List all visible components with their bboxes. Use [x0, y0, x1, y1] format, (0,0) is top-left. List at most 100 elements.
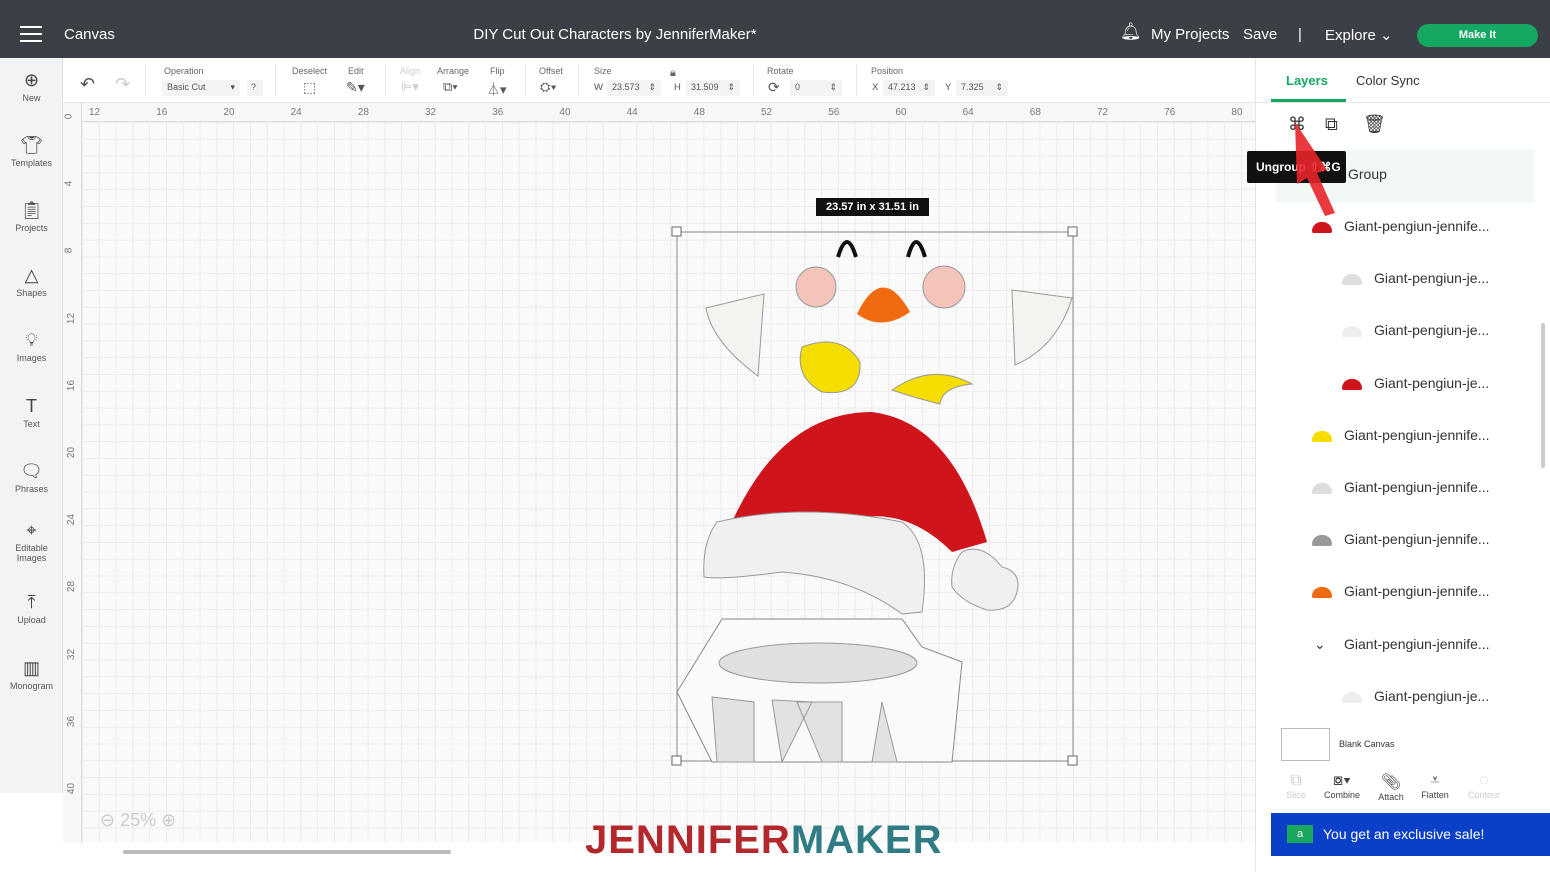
- sidebar-item-templates[interactable]: 👕︎ Templates: [0, 135, 63, 168]
- stepper-icon[interactable]: ⇕: [648, 82, 656, 93]
- clipboard-icon: 📋︎: [20, 200, 43, 220]
- sale-banner[interactable]: a You get an exclusive sale!: [1271, 813, 1550, 856]
- flip-icon[interactable]: ⏃▾: [487, 79, 507, 98]
- deselect-icon[interactable]: ⬚: [303, 79, 316, 96]
- stepper-icon[interactable]: ⇕: [727, 82, 735, 93]
- layer-item[interactable]: Giant-pengiun-je...: [1276, 373, 1534, 403]
- layer-thumbnail-icon: [1312, 483, 1332, 494]
- position-label: Position: [871, 66, 904, 76]
- layer-item[interactable]: ⌄Giant-pengiun-jennife...: [1276, 634, 1534, 664]
- zoom-in-icon[interactable]: ⊕: [161, 810, 176, 830]
- layer-item[interactable]: Giant-pengiun-je...: [1276, 686, 1534, 716]
- divider: [275, 64, 276, 96]
- blank-canvas-swatch[interactable]: [1281, 728, 1330, 761]
- y-input[interactable]: 7.325 ⇕: [956, 80, 1008, 96]
- eye-left: [836, 240, 858, 258]
- stepper-icon[interactable]: ⇕: [829, 82, 837, 93]
- flatten-icon: ⩡: [1430, 772, 1440, 789]
- attach-button[interactable]: 📎︎ Attach: [1366, 772, 1416, 802]
- flatten-button[interactable]: ⩡ Flatten: [1410, 772, 1460, 800]
- rotate-icon[interactable]: ⟳: [768, 79, 780, 96]
- divider: |: [1298, 26, 1302, 43]
- design-canvas[interactable]: 23.57 in x 31.51 in ⊖ 25% ⊕: [82, 122, 1255, 854]
- divider: [578, 64, 579, 96]
- my-projects-link[interactable]: My Projects: [1151, 26, 1229, 43]
- make-it-button[interactable]: Make It: [1417, 24, 1538, 47]
- horizontal-scrollbar[interactable]: [123, 850, 451, 854]
- label: Projects: [15, 223, 48, 233]
- red-arrow-annotation: [1295, 122, 1335, 216]
- sidebar-item-new[interactable]: ⊕ New: [0, 70, 63, 103]
- sidebar-item-images[interactable]: 💡︎ Images: [0, 330, 63, 363]
- rotate-input[interactable]: 0 ⇕: [790, 80, 842, 96]
- label: Flatten: [1421, 790, 1449, 800]
- layer-item[interactable]: Giant-pengiun-jennife...: [1276, 425, 1534, 455]
- zoom-out-icon[interactable]: ⊖: [100, 810, 115, 830]
- undo-icon[interactable]: ↶: [80, 74, 95, 95]
- stepper-icon[interactable]: ⇕: [922, 82, 930, 93]
- plus-circle-icon: ⊕: [23, 70, 40, 90]
- zoom-value: 25%: [120, 810, 157, 830]
- contour-button[interactable]: ◌ Contour: [1459, 772, 1509, 800]
- sale-text: You get an exclusive sale!: [1323, 826, 1485, 842]
- save-button[interactable]: Save: [1243, 26, 1277, 43]
- operation-select[interactable]: Basic Cut ▾: [162, 80, 240, 96]
- layer-item[interactable]: ⌄Giant-pengiun-jennife...: [1276, 216, 1534, 246]
- combine-button[interactable]: ⧇▾ Combine: [1317, 772, 1367, 800]
- layer-name: Giant-pengiun-je...: [1374, 374, 1490, 391]
- lock-icon[interactable]: 🔒︎: [670, 67, 676, 80]
- ruler-tick: 12: [66, 312, 78, 324]
- edit-toolbar: ↶ ↷ Operation Basic Cut ▾ ? Deselect ⬚ E…: [63, 58, 1255, 103]
- height-value: 31.509: [691, 82, 719, 92]
- layer-item[interactable]: Giant-pengiun-je...: [1276, 320, 1534, 350]
- offset-icon[interactable]: ⛭▾: [540, 79, 557, 95]
- layer-item[interactable]: Giant-pengiun-jennife...: [1276, 581, 1534, 611]
- sidebar-item-text[interactable]: T Text: [0, 396, 63, 429]
- arrange-icon[interactable]: ⧉▾: [443, 79, 458, 95]
- shirt-icon: 👕︎: [20, 135, 43, 155]
- ruler-tick: 36: [66, 715, 78, 727]
- trash-icon[interactable]: 🗑︎: [1363, 114, 1386, 135]
- align-icon[interactable]: ⊫▾: [401, 79, 419, 95]
- combine-icon: ⧇▾: [1333, 772, 1351, 789]
- layer-name: Giant-pengiun-jennife...: [1344, 583, 1490, 600]
- height-input[interactable]: 31.509 ⇕: [686, 80, 740, 96]
- sidebar-item-editable-images[interactable]: ⌖ Editable Images: [0, 520, 63, 563]
- layer-item[interactable]: Giant-pengiun-jennife...: [1276, 529, 1534, 559]
- divider: [1256, 102, 1550, 103]
- speech-bubble-icon: 🗨︎: [20, 461, 43, 481]
- layer-item[interactable]: Giant-pengiun-jennife...: [1276, 477, 1534, 507]
- redo-icon[interactable]: ↷: [115, 74, 130, 95]
- layer-item[interactable]: Giant-pengiun-je...: [1276, 268, 1534, 298]
- width-value: 23.573: [612, 82, 640, 92]
- sidebar-item-phrases[interactable]: 🗨︎ Phrases: [0, 461, 63, 494]
- zoom-control[interactable]: ⊖ 25% ⊕: [100, 810, 176, 831]
- stepper-icon[interactable]: ⇕: [995, 82, 1003, 93]
- label: Editable Images: [15, 543, 48, 563]
- tab-layers[interactable]: Layers: [1286, 73, 1328, 88]
- ruler-tick: 52: [761, 107, 773, 118]
- sidebar-item-monogram[interactable]: ▥ Monogram: [0, 658, 63, 691]
- bell-icon[interactable]: 🔔︎: [1120, 22, 1142, 42]
- layer-name: Giant-pengiun-je...: [1374, 270, 1490, 287]
- artwork[interactable]: [82, 122, 1255, 842]
- sidebar-item-projects[interactable]: 📋︎ Projects: [0, 200, 63, 233]
- ruler-tick: 44: [626, 107, 638, 118]
- explore-menu[interactable]: Explore ⌄: [1325, 26, 1393, 44]
- slice-icon: ⧉: [1290, 772, 1302, 789]
- divider: [753, 64, 754, 96]
- ruler-tick: 68: [1029, 107, 1041, 118]
- slice-button[interactable]: ⧉ Slice: [1271, 772, 1321, 800]
- panel-scrollbar[interactable]: [1541, 323, 1545, 468]
- explore-label: Explore: [1325, 27, 1376, 44]
- sidebar-item-upload[interactable]: ⤒ Upload: [0, 592, 63, 625]
- pencil-icon[interactable]: ✎▾: [346, 79, 365, 96]
- width-input[interactable]: 23.573 ⇕: [607, 80, 661, 96]
- tab-color-sync[interactable]: Color Sync: [1356, 73, 1420, 88]
- help-button[interactable]: ?: [247, 80, 263, 96]
- chevron-down-icon[interactable]: ⌄: [1314, 636, 1326, 653]
- label: Slice: [1286, 790, 1306, 800]
- deselect-label: Deselect: [292, 66, 328, 76]
- x-input[interactable]: 47.213 ⇕: [883, 80, 935, 96]
- sidebar-item-shapes[interactable]: △ Shapes: [0, 265, 63, 298]
